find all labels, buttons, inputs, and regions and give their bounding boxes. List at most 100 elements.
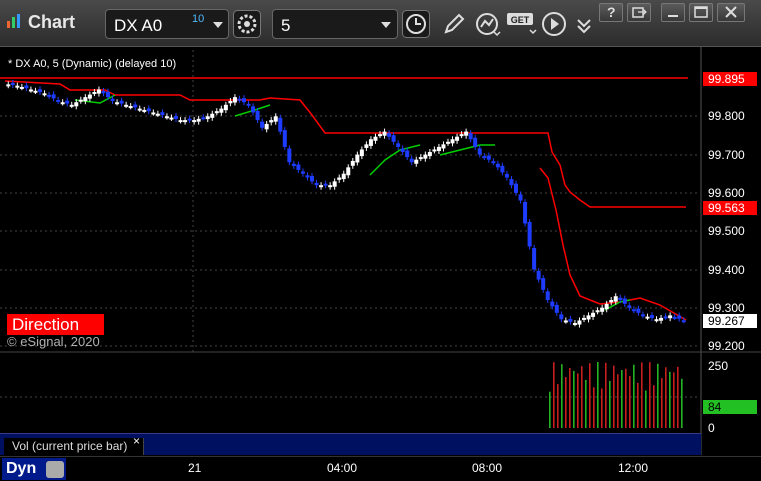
- candle-body: [160, 112, 165, 116]
- restore-link-icon: [632, 7, 647, 18]
- maximize-button[interactable]: [689, 3, 713, 22]
- candle-body: [464, 131, 469, 136]
- close-icon[interactable]: ×: [133, 434, 140, 448]
- candle-body: [314, 182, 319, 186]
- volume-bar: [569, 367, 571, 428]
- candle-body: [631, 309, 636, 312]
- candle-body: [618, 297, 623, 301]
- help-icon: ?: [607, 4, 616, 20]
- pencil-icon[interactable]: [440, 10, 468, 38]
- clock-icon[interactable]: [402, 10, 430, 38]
- time-label: 12:00: [618, 461, 649, 475]
- candle-body: [382, 131, 387, 136]
- price-tick: 99.600: [708, 186, 745, 200]
- volume-bar: [641, 362, 643, 428]
- symbol-dropdown[interactable]: DX A0 10: [105, 9, 229, 39]
- lock-icon[interactable]: [46, 461, 64, 478]
- play-icon[interactable]: [540, 10, 568, 38]
- candle-body: [568, 318, 573, 322]
- candle-body: [391, 135, 396, 142]
- candle-body: [373, 136, 378, 141]
- candle-body: [355, 154, 360, 163]
- candle-body: [468, 133, 473, 140]
- candle-body: [527, 221, 532, 247]
- candle-body: [541, 278, 546, 290]
- candle-body: [106, 91, 110, 98]
- candle-body: [187, 118, 192, 121]
- time-label: 21: [188, 461, 202, 475]
- candle-body: [495, 163, 500, 168]
- chevron-down-icon: [381, 22, 391, 28]
- minimize-icon: [668, 15, 678, 17]
- candle-body: [414, 159, 419, 164]
- candle-body: [604, 303, 609, 310]
- candle-body: [613, 296, 618, 302]
- candle-body: [296, 164, 301, 170]
- candle-body: [219, 108, 224, 113]
- volume-bar: [661, 378, 663, 428]
- study-icon[interactable]: [474, 10, 502, 38]
- volume-bar: [573, 370, 575, 428]
- price-tick: 99.300: [708, 301, 745, 315]
- candle-body: [473, 137, 478, 147]
- candle-body: [427, 152, 432, 157]
- candle-body: [142, 109, 147, 112]
- dynamic-mode-button[interactable]: Dyn: [2, 458, 66, 480]
- candle-body: [264, 123, 269, 130]
- volume-bar: [605, 362, 607, 428]
- candle-body: [559, 314, 564, 320]
- volume-bar: [617, 374, 619, 428]
- candle-body: [364, 144, 369, 148]
- candle-body: [446, 141, 450, 144]
- gear-icon[interactable]: [233, 10, 261, 38]
- interval-dropdown[interactable]: 5: [272, 9, 398, 39]
- candle-body: [6, 84, 11, 87]
- candle-body: [151, 112, 156, 115]
- volume-bar: [629, 375, 631, 428]
- volume-bar: [681, 378, 683, 428]
- candle-body: [432, 149, 437, 152]
- volume-bar: [665, 367, 667, 428]
- minimize-button[interactable]: [661, 3, 685, 22]
- volume-bar: [677, 366, 679, 428]
- get-icon[interactable]: GET: [506, 10, 538, 38]
- candle-body: [38, 89, 42, 93]
- chevron-down-icon[interactable]: [571, 10, 597, 38]
- candle-body: [137, 108, 142, 111]
- volume-bar: [633, 364, 635, 428]
- candle-body: [251, 106, 256, 113]
- candle-body: [482, 156, 487, 159]
- volume-bar: [657, 363, 659, 428]
- close-button[interactable]: [717, 3, 745, 22]
- restore-link-button[interactable]: [627, 3, 651, 22]
- candle-body: [92, 92, 97, 95]
- candle-body: [74, 102, 79, 107]
- candle-body: [96, 89, 101, 94]
- close-icon: [725, 6, 737, 18]
- candle-body: [400, 148, 405, 153]
- price-chart[interactable]: * DX A0, 5 (Dynamic) (delayed 10) 99.800…: [0, 47, 761, 456]
- candle-body: [42, 93, 47, 96]
- candle-body: [232, 97, 237, 103]
- candle-body: [133, 104, 138, 108]
- volume-study-label[interactable]: Vol (current price bar): [4, 438, 144, 455]
- candle-body: [192, 120, 197, 123]
- candle-body: [260, 121, 265, 128]
- interval-value: 5: [281, 16, 291, 35]
- candle-body: [210, 113, 215, 118]
- candle-body: [155, 113, 160, 116]
- candle-body: [78, 99, 83, 102]
- volume-bar: [621, 370, 623, 428]
- help-button[interactable]: ?: [599, 3, 623, 22]
- candle-body: [291, 163, 296, 167]
- candle-body: [654, 319, 659, 322]
- candle-body: [223, 104, 228, 111]
- candle-body: [387, 133, 392, 137]
- candle-body: [15, 85, 20, 88]
- candle-body: [323, 183, 328, 186]
- candle-body: [242, 98, 246, 103]
- candle-body: [536, 270, 541, 280]
- volume-bar: [589, 363, 591, 428]
- dynamic-mode-label: Dyn: [6, 460, 37, 477]
- candle-body: [677, 315, 682, 319]
